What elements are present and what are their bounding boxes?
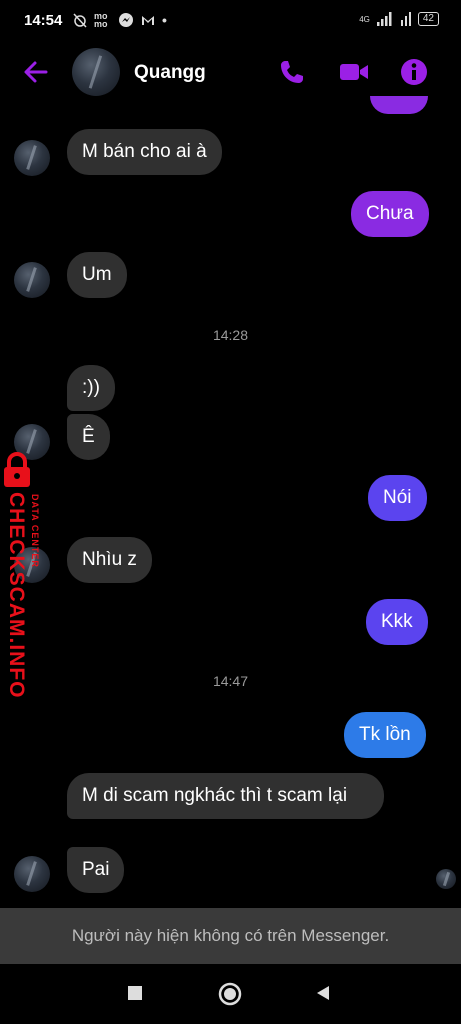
message-bubble[interactable]: Um	[67, 252, 127, 298]
unavailable-notice: Người này hiện không có trên Messenger.	[0, 908, 461, 964]
signal-icon	[376, 12, 392, 26]
message-bubble[interactable]: M di scam ngkhác thì t scam lại	[67, 773, 384, 819]
battery-icon: 42	[417, 12, 439, 26]
status-time: 14:54	[24, 12, 63, 29]
video-icon[interactable]	[338, 58, 370, 86]
network-type: 4G	[359, 14, 370, 24]
messenger-icon	[119, 13, 133, 27]
watermark: CHECKSCAM.INFO DATA CENTER	[2, 452, 54, 699]
alarm-off-icon	[73, 13, 87, 28]
watermark-text: CHECKSCAM.INFO	[5, 492, 28, 699]
sender-avatar	[14, 856, 50, 892]
status-bar: 14:54 mo mo • 4G 42	[0, 0, 461, 44]
message-bubble[interactable]: M bán cho ai à	[67, 129, 222, 175]
contact-avatar[interactable]	[72, 48, 120, 96]
message-bubble[interactable]: Chưa	[351, 191, 429, 237]
message-bubble[interactable]: Pai	[67, 847, 125, 893]
status-system-icons: 4G 42	[359, 12, 439, 26]
chat-header: Quangg	[0, 44, 461, 100]
contact-name[interactable]: Quangg	[134, 62, 206, 84]
status-notification-icons: mo mo •	[72, 11, 167, 29]
info-icon[interactable]	[400, 58, 428, 86]
home-circle-icon[interactable]	[218, 982, 242, 1006]
sender-avatar	[14, 262, 50, 298]
signal-2-icon	[400, 12, 411, 26]
message-bubble[interactable]: Kkk	[366, 599, 428, 645]
seen-avatar	[436, 869, 456, 889]
padlock-icon	[4, 452, 30, 487]
momo-icon: mo mo	[94, 11, 108, 29]
timestamp: 14:28	[212, 327, 249, 343]
partial-bubble	[370, 96, 428, 114]
message-bubble[interactable]: Tk lồn	[344, 712, 426, 758]
sender-avatar	[14, 140, 50, 176]
system-navbar	[0, 964, 461, 1024]
back-triangle-icon[interactable]	[314, 984, 332, 1002]
message-bubble[interactable]: Nhìu z	[67, 537, 152, 583]
message-bubble[interactable]: Nói	[368, 475, 427, 521]
dot-icon: •	[162, 12, 167, 28]
gmail-icon	[142, 16, 154, 25]
message-bubble[interactable]: :))	[67, 365, 115, 411]
recents-square-icon[interactable]	[126, 984, 144, 1002]
timestamp: 14:47	[212, 673, 249, 689]
message-bubble[interactable]: Ê	[67, 414, 110, 460]
phone-icon[interactable]	[278, 58, 306, 86]
back-arrow-icon[interactable]	[22, 58, 50, 86]
watermark-subtext: DATA CENTER	[30, 494, 40, 568]
